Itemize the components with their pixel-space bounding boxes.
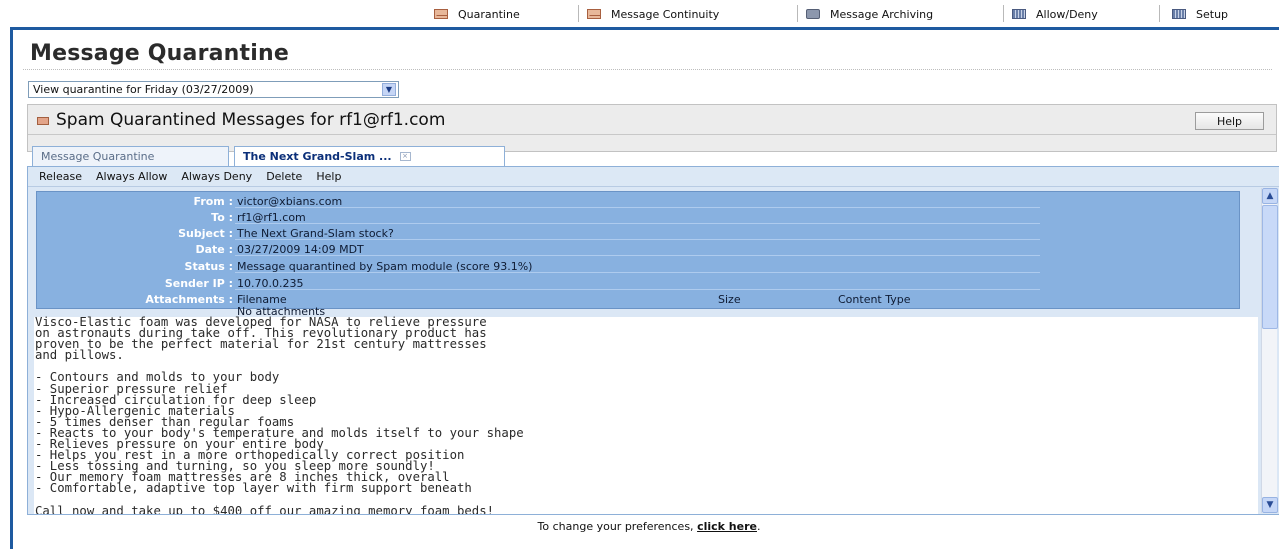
- mail-icon: [37, 117, 49, 125]
- message-toolbar: Release Always Allow Always Deny Delete …: [28, 167, 1279, 187]
- sender-ip-value: 10.70.0.235: [235, 275, 1040, 290]
- nav-divider: [578, 5, 579, 22]
- delete-button[interactable]: Delete: [266, 170, 302, 183]
- nav-label: Setup: [1196, 7, 1229, 21]
- nav-divider: [797, 5, 798, 22]
- header-row-status: Status : Message quarantined by Spam mod…: [37, 258, 1241, 274]
- header-row-from: From : victor@xbians.com: [37, 193, 1241, 209]
- header-row-to: To : rf1@rf1.com: [37, 209, 1241, 225]
- page-title: Message Quarantine: [30, 41, 289, 66]
- nav-item-setup[interactable]: Setup: [1172, 6, 1228, 22]
- preferences-link[interactable]: click here: [697, 520, 757, 533]
- date-value: 03/27/2009 14:09 MDT: [235, 241, 1040, 256]
- day-select-value: View quarantine for Friday (03/27/2009): [33, 83, 254, 96]
- tab-label: Message Quarantine: [41, 150, 155, 163]
- message-body-line: Call now and take up to $400 off our ama…: [35, 503, 495, 514]
- title-divider: [23, 69, 1272, 70]
- message-body: Visco-Elastic foam was developed for NAS…: [34, 316, 1258, 514]
- chevron-down-icon[interactable]: ▼: [382, 83, 396, 96]
- date-label: Date :: [195, 243, 233, 256]
- grid-icon: [1012, 9, 1026, 19]
- attachment-col-content-type: Content Type: [838, 293, 911, 306]
- mail-icon: [587, 9, 601, 19]
- header-row-subject: Subject : The Next Grand-Slam stock?: [37, 225, 1241, 241]
- nav-divider: [1159, 5, 1160, 22]
- status-value: Message quarantined by Spam module (scor…: [235, 258, 1040, 273]
- message-body-line: and pillows.: [35, 348, 124, 363]
- status-label: Status :: [184, 260, 233, 273]
- preferences-note: To change your preferences, click here.: [13, 520, 1279, 533]
- nav-label: Quarantine: [458, 7, 520, 21]
- message-body-line: - Comfortable, adaptive top layer with f…: [35, 481, 472, 496]
- sender-ip-label: Sender IP :: [164, 277, 233, 290]
- to-label: To :: [211, 211, 233, 224]
- subject-value: The Next Grand-Slam stock?: [235, 225, 1040, 240]
- scroll-up-icon[interactable]: ▲: [1262, 188, 1278, 204]
- tab-message-detail[interactable]: The Next Grand-Slam ... ×: [234, 146, 505, 166]
- nav-label: Message Continuity: [611, 7, 720, 21]
- message-body-line: proven to be the perfect material for 21…: [35, 337, 487, 352]
- header-row-attachments: Attachments : Filename Size Content Type…: [37, 291, 1241, 318]
- attachments-label: Attachments :: [145, 293, 233, 306]
- quarantine-day-select[interactable]: View quarantine for Friday (03/27/2009) …: [28, 81, 399, 98]
- nav-item-message-continuity[interactable]: Message Continuity: [587, 6, 719, 22]
- header-row-sender-ip: Sender IP : 10.70.0.235: [37, 275, 1241, 291]
- nav-label: Allow/Deny: [1036, 7, 1098, 21]
- preferences-suffix: .: [756, 520, 761, 533]
- close-icon[interactable]: ×: [399, 152, 411, 161]
- vertical-scrollbar[interactable]: ▲ ▼: [1261, 188, 1278, 513]
- tab-label: The Next Grand-Slam ...: [243, 150, 392, 163]
- release-button[interactable]: Release: [39, 170, 82, 183]
- header-row-date: Date : 03/27/2009 14:09 MDT: [37, 241, 1241, 257]
- mail-icon: [434, 9, 448, 19]
- tab-message-quarantine[interactable]: Message Quarantine: [32, 146, 229, 166]
- top-navigation: Quarantine Message Continuity Message Ar…: [0, 0, 1279, 28]
- nav-item-message-archiving[interactable]: Message Archiving: [806, 6, 933, 22]
- nav-item-allow-deny[interactable]: Allow/Deny: [1012, 6, 1098, 22]
- grid-icon: [1172, 9, 1186, 19]
- from-value: victor@xbians.com: [235, 193, 1040, 208]
- nav-item-quarantine[interactable]: Quarantine: [434, 6, 520, 22]
- scrollbar-thumb[interactable]: [1262, 205, 1278, 329]
- scroll-down-icon[interactable]: ▼: [1262, 497, 1278, 513]
- subject-label: Subject :: [178, 227, 233, 240]
- to-value: rf1@rf1.com: [235, 209, 1040, 224]
- nav-divider: [1003, 5, 1004, 22]
- message-header-table: From : victor@xbians.com To : rf1@rf1.co…: [36, 191, 1241, 318]
- preferences-text: To change your preferences,: [537, 520, 698, 533]
- archive-icon: [806, 9, 820, 19]
- help-button[interactable]: Help: [1195, 112, 1264, 130]
- always-deny-button[interactable]: Always Deny: [181, 170, 252, 183]
- message-scroll-area[interactable]: From : victor@xbians.com To : rf1@rf1.co…: [30, 188, 1262, 514]
- message-panel: Release Always Allow Always Deny Delete …: [27, 166, 1279, 515]
- spam-quarantine-header: Spam Quarantined Messages for rf1@rf1.co…: [27, 104, 1277, 152]
- from-label: From :: [193, 195, 233, 208]
- toolbar-help-button[interactable]: Help: [316, 170, 341, 183]
- main-frame: Message Quarantine View quarantine for F…: [10, 27, 1279, 549]
- nav-label: Message Archiving: [830, 7, 934, 21]
- spam-header-bar: Spam Quarantined Messages for rf1@rf1.co…: [28, 105, 1276, 135]
- attachment-col-size: Size: [718, 293, 741, 306]
- spam-header-title: Spam Quarantined Messages for rf1@rf1.co…: [56, 109, 446, 130]
- always-allow-button[interactable]: Always Allow: [96, 170, 167, 183]
